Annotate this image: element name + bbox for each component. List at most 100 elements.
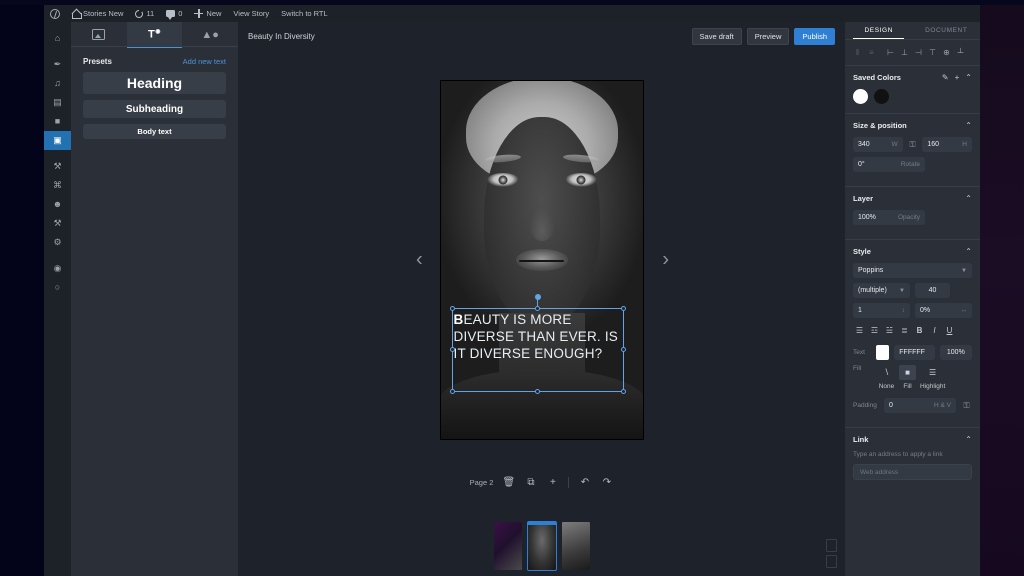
publish-button[interactable]: Publish <box>794 27 835 45</box>
rotate-input[interactable]: 0° Rotate <box>853 157 925 172</box>
color-swatch-black[interactable] <box>874 89 889 104</box>
wp-logo-menu[interactable] <box>44 5 66 22</box>
align-center-icon[interactable]: ⊥ <box>898 46 911 59</box>
font-family-select[interactable]: Poppins ▼ <box>853 263 972 278</box>
edit-colors-icon[interactable]: ✎ <box>942 73 949 82</box>
collapse-style-icon[interactable]: ⌃ <box>965 247 972 256</box>
sidebar-item-tools[interactable]: ⚒ <box>44 214 71 233</box>
sidebar-item-pages[interactable]: ▤ <box>44 93 71 112</box>
sidebar-item-posts[interactable]: ✒ <box>44 55 71 74</box>
color-swatch-white[interactable] <box>853 89 868 104</box>
fill-option-none-label: None <box>878 383 895 390</box>
sidebar-item-collapse[interactable]: ◉ <box>44 259 71 278</box>
opacity-input[interactable]: 100% Opacity <box>853 210 925 225</box>
page-thumbnail-2[interactable] <box>526 521 557 571</box>
sidebar-item-media[interactable]: ♫ <box>44 74 71 93</box>
next-page-arrow[interactable]: › <box>662 249 669 272</box>
text-color-swatch[interactable] <box>875 345 890 360</box>
comments-menu[interactable]: 0 <box>160 5 188 22</box>
sidebar-item-stories[interactable]: ▣ <box>44 131 71 150</box>
page-thumbnail-1[interactable] <box>493 522 522 570</box>
text-align-right-icon[interactable]: ☱ <box>883 324 896 337</box>
collapse-link-icon[interactable]: ⌃ <box>965 435 972 444</box>
distribute-horizontal-icon[interactable]: ⦀ <box>851 46 864 59</box>
align-right-icon[interactable]: ⊣ <box>912 46 925 59</box>
text-align-center-icon[interactable]: ☲ <box>868 324 881 337</box>
height-input[interactable]: 160 H <box>922 137 972 152</box>
link-address-input[interactable]: Web address <box>853 464 972 480</box>
previous-page-arrow[interactable]: ‹ <box>416 249 423 272</box>
rotate-handle[interactable] <box>534 294 541 300</box>
fill-option-none[interactable]: ∖ None <box>878 365 895 390</box>
add-new-text-link[interactable]: Add new text <box>183 57 226 66</box>
sidebar-item-comments[interactable]: ■ <box>44 112 71 131</box>
padding-lock-icon[interactable]: ⚿ <box>961 400 972 411</box>
safe-zone-icon[interactable] <box>826 539 837 552</box>
tab-design[interactable]: DESIGN <box>845 22 913 39</box>
collapse-size-position-icon[interactable]: ⌃ <box>965 121 972 130</box>
bold-button[interactable]: B <box>913 324 926 337</box>
font-weight-select[interactable]: (multiple) ▼ <box>853 283 910 298</box>
preset-subheading[interactable]: Subheading <box>83 100 226 118</box>
switch-to-rtl-link[interactable]: Switch to RTL <box>275 5 334 22</box>
text-opacity-input[interactable]: 100% <box>939 345 973 360</box>
sidebar-item-dashboard[interactable]: ⌂ <box>44 29 71 48</box>
resize-handle-top-left[interactable] <box>449 306 455 311</box>
resize-handle-top-right[interactable] <box>620 306 626 311</box>
sidebar-item-appearance[interactable]: ⚒ <box>44 157 71 176</box>
tab-media[interactable] <box>71 22 127 47</box>
tab-text[interactable]: T◉ <box>126 22 183 48</box>
tab-shapes[interactable]: ▲● <box>182 22 238 47</box>
align-bottom-icon[interactable]: ┴ <box>954 46 967 59</box>
text-color-hex-input[interactable]: FFFFFF <box>894 345 935 360</box>
italic-button[interactable]: I <box>928 324 941 337</box>
resize-handle-middle-left[interactable] <box>449 347 455 352</box>
sidebar-item-settings[interactable]: ⚙ <box>44 233 71 252</box>
resize-handle-middle-right[interactable] <box>620 347 626 352</box>
add-color-icon[interactable]: + <box>955 73 960 82</box>
aspect-lock-icon[interactable]: ⚿ <box>908 139 918 150</box>
text-align-justify-icon[interactable]: ≣ <box>898 324 911 337</box>
resize-handle-bottom-right[interactable] <box>620 389 626 394</box>
font-size-input[interactable]: 40 <box>915 283 950 298</box>
save-draft-button[interactable]: Save draft <box>691 27 742 45</box>
fill-option-fill[interactable]: ■ Fill <box>899 365 916 390</box>
new-content-menu[interactable]: New <box>188 5 227 22</box>
collapse-saved-colors-icon[interactable]: ⌃ <box>965 73 972 82</box>
align-left-icon[interactable]: ⊢ <box>884 46 897 59</box>
view-story-link[interactable]: View Story <box>227 5 275 22</box>
page-thumbnail-3[interactable] <box>561 522 590 570</box>
redo-icon[interactable]: ↷ <box>600 476 613 489</box>
site-name-menu[interactable]: Stories New <box>66 5 129 22</box>
width-input[interactable]: 340 W <box>853 137 903 152</box>
align-middle-icon[interactable]: ⊕ <box>940 46 953 59</box>
collapse-layer-icon[interactable]: ⌃ <box>965 194 972 203</box>
line-height-input[interactable]: 1 ↕ <box>853 303 910 318</box>
preview-button[interactable]: Preview <box>746 27 790 45</box>
distribute-vertical-icon[interactable]: ≡ <box>865 46 878 59</box>
text-align-left-icon[interactable]: ☰ <box>853 324 866 337</box>
tab-document[interactable]: DOCUMENT <box>913 22 981 39</box>
add-page-icon[interactable]: + <box>546 476 559 489</box>
resize-handle-top-center[interactable] <box>534 306 540 311</box>
undo-icon[interactable]: ↶ <box>578 476 591 489</box>
resize-handle-bottom-left[interactable] <box>449 389 455 394</box>
resize-handle-bottom-center[interactable] <box>534 389 540 394</box>
align-top-icon[interactable]: ⊤ <box>926 46 939 59</box>
sidebar-item-help[interactable]: ○ <box>44 278 71 297</box>
letter-spacing-input[interactable]: 0% ↔ <box>915 303 972 318</box>
fill-option-highlight[interactable]: ☰ Highlight <box>920 365 945 390</box>
sidebar-item-users[interactable]: ☻ <box>44 195 71 214</box>
grid-toggle-icon[interactable] <box>826 555 837 568</box>
selection-box[interactable] <box>449 294 626 394</box>
story-page-canvas[interactable]: BEAUTY IS MORE DIVERSE THAN EVER. IS IT … <box>440 81 643 439</box>
underline-button[interactable]: U <box>943 324 956 337</box>
delete-page-icon[interactable]: 🗑 <box>502 476 516 489</box>
padding-input[interactable]: 0 H & V <box>884 398 956 413</box>
preset-heading[interactable]: Heading <box>83 72 226 94</box>
preset-body-text[interactable]: Body text <box>83 124 226 139</box>
layout-helper-icons <box>826 539 837 568</box>
duplicate-page-icon[interactable]: ⧉ <box>524 476 537 489</box>
updates-menu[interactable]: 11 <box>129 5 160 22</box>
sidebar-item-plugins[interactable]: ⌘ <box>44 176 71 195</box>
